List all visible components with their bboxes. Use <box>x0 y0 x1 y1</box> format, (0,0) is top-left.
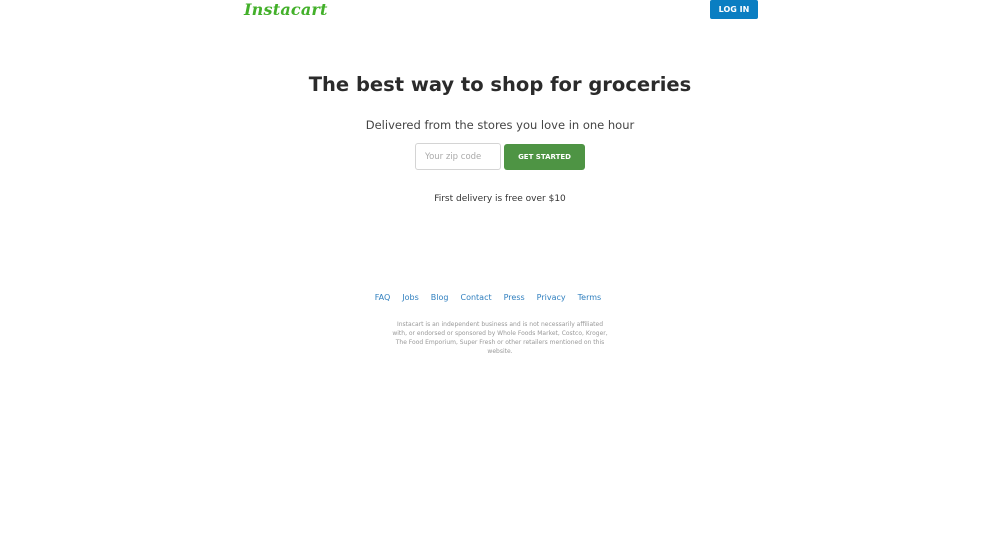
footer-nav: FAQ Jobs Blog Contact Press Privacy Term… <box>0 293 1000 302</box>
footer-link-press[interactable]: Press <box>504 293 525 302</box>
instacart-logo[interactable]: Instacart <box>244 0 328 19</box>
footer-link-privacy[interactable]: Privacy <box>537 293 566 302</box>
login-button[interactable]: LOG IN <box>710 0 758 19</box>
footer-link-contact[interactable]: Contact <box>460 293 491 302</box>
legal-disclaimer: Instacart is an independent business and… <box>392 321 608 355</box>
get-started-button[interactable]: GET STARTED <box>504 144 585 170</box>
footer-link-faq[interactable]: FAQ <box>375 293 391 302</box>
footer-link-terms[interactable]: Terms <box>578 293 602 302</box>
hero-title: The best way to shop for groceries <box>308 73 692 96</box>
free-delivery-note: First delivery is free over $10 <box>434 194 566 204</box>
zip-code-input[interactable] <box>415 143 501 170</box>
footer-link-blog[interactable]: Blog <box>431 293 449 302</box>
footer-link-jobs[interactable]: Jobs <box>402 293 419 302</box>
hero-subtitle: Delivered from the stores you love in on… <box>365 118 635 132</box>
top-bar: Instacart LOG IN <box>0 0 1000 26</box>
